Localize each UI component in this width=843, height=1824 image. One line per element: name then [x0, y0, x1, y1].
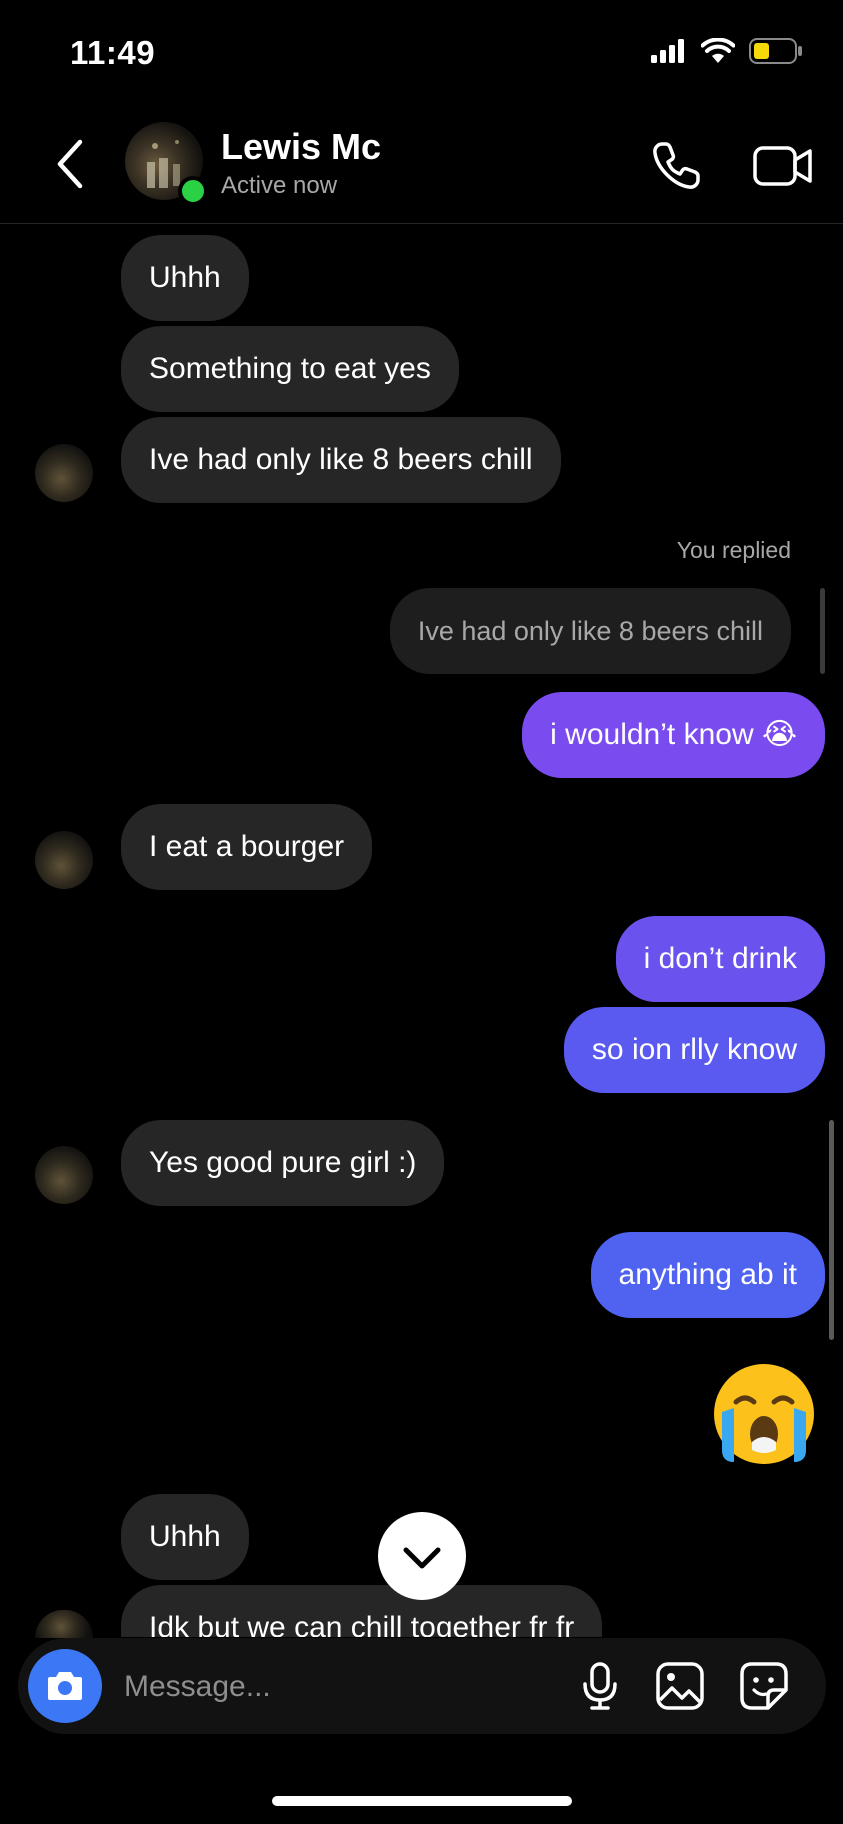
reply-indicator-bar [820, 588, 825, 674]
message-incoming[interactable]: Ive had only like 8 beers chill [121, 417, 561, 503]
scroll-to-bottom-button[interactable] [378, 1512, 466, 1600]
camera-button[interactable] [28, 1649, 102, 1723]
sender-avatar[interactable] [35, 444, 93, 502]
microphone-icon[interactable] [574, 1660, 626, 1712]
gallery-icon[interactable] [654, 1660, 706, 1712]
replied-label: You replied [676, 537, 791, 563]
camera-icon [48, 1672, 82, 1700]
message-composer [18, 1638, 826, 1734]
chevron-down-icon [403, 1547, 441, 1569]
sender-avatar[interactable] [35, 1146, 93, 1204]
message-incoming[interactable]: I eat a bourger [121, 804, 373, 890]
message-incoming[interactable]: Uhhh [121, 235, 249, 321]
contact-status: Active now [221, 172, 338, 199]
back-icon[interactable] [50, 136, 90, 192]
message-incoming[interactable]: Yes good pure girl :) [121, 1120, 445, 1206]
contact-name[interactable]: Lewis Mc [221, 126, 381, 168]
phone-icon[interactable] [648, 138, 704, 194]
message-outgoing[interactable]: i wouldn’t know 😭 [522, 692, 825, 778]
sender-avatar[interactable] [35, 1610, 93, 1638]
active-status-dot [178, 176, 208, 206]
quoted-reply[interactable]: Ive had only like 8 beers chill [389, 588, 791, 674]
sticker-icon[interactable] [738, 1660, 790, 1712]
chat-header: Lewis Mc Active now [0, 108, 843, 224]
video-call-icon[interactable] [752, 138, 814, 194]
message-outgoing[interactable]: anything ab it [590, 1232, 825, 1318]
message-incoming[interactable]: Something to eat yes [121, 326, 459, 412]
message-input[interactable] [122, 1656, 486, 1718]
status-time: 11:49 [70, 34, 156, 71]
message-incoming[interactable]: Idk but we can chill together fr fr [121, 1585, 603, 1637]
status-icons [651, 38, 803, 64]
signal-icon [651, 39, 684, 63]
home-indicator[interactable] [272, 1796, 572, 1806]
message-incoming[interactable]: Uhhh [121, 1494, 249, 1580]
scrollbar[interactable] [829, 1120, 834, 1340]
sender-avatar[interactable] [35, 831, 93, 889]
battery-icon [749, 38, 802, 64]
message-outgoing[interactable]: i don’t drink [615, 916, 825, 1002]
wifi-icon [701, 38, 735, 63]
message-outgoing[interactable]: so ion rlly know [563, 1007, 825, 1093]
crying-emoji-icon[interactable] [712, 1362, 816, 1466]
